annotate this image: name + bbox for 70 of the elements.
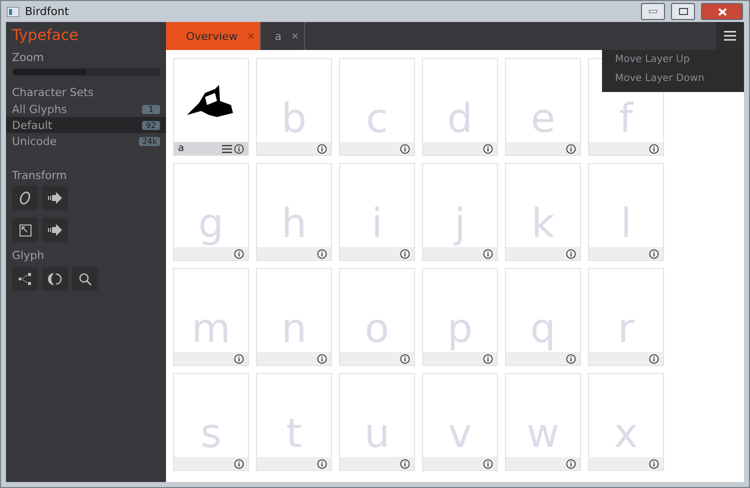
menu-icon[interactable]: [222, 144, 232, 152]
search-icon: [78, 272, 92, 286]
character-set-label: All Glyphs: [12, 102, 67, 116]
info-icon[interactable]: [400, 354, 410, 364]
character-set-item[interactable]: Default 92: [6, 117, 166, 133]
info-icon[interactable]: [317, 354, 327, 364]
zoom-slider[interactable]: [12, 68, 160, 76]
info-icon[interactable]: [234, 144, 244, 154]
info-icon[interactable]: [317, 458, 327, 468]
sidebar-title: Typeface: [11, 26, 80, 44]
info-icon[interactable]: [483, 354, 493, 364]
info-icon[interactable]: [400, 248, 410, 258]
character-set-item[interactable]: All Glyphs 1: [6, 101, 166, 117]
character-set-label: Default: [12, 118, 52, 132]
tool-button[interactable]: [42, 267, 68, 291]
window-title: Birdfont: [25, 5, 70, 18]
info-icon[interactable]: [566, 354, 576, 364]
info-icon[interactable]: [483, 248, 493, 258]
glyph-drawing: [187, 82, 235, 118]
section-heading: Transform: [11, 169, 68, 182]
resize-icon: [18, 224, 32, 236]
info-icon[interactable]: [317, 248, 327, 258]
info-icon[interactable]: [649, 458, 659, 468]
info-icon[interactable]: [566, 144, 576, 154]
info-icon[interactable]: [649, 144, 659, 154]
info-icon[interactable]: [566, 248, 576, 258]
tool-button[interactable]: [12, 267, 38, 291]
arrow-icon: [48, 224, 62, 236]
section-heading: Character Sets: [11, 86, 95, 99]
info-icon[interactable]: [234, 248, 244, 258]
nodes-icon: [18, 273, 32, 285]
info-icon[interactable]: [483, 458, 493, 468]
app-icon: [7, 6, 19, 16]
info-icon[interactable]: [400, 144, 410, 154]
glyph-count: 92: [142, 120, 160, 130]
minimize-button[interactable]: [641, 3, 665, 20]
zoom-label: Zoom: [11, 51, 45, 64]
tool-button[interactable]: [42, 186, 68, 210]
arrow-icon: [48, 192, 62, 204]
info-icon[interactable]: [649, 248, 659, 258]
rotate-icon: [47, 272, 63, 286]
character-set-item[interactable]: Unicode 24k: [6, 133, 166, 149]
menu-icon[interactable]: [724, 31, 736, 41]
tab[interactable]: Overview: [166, 22, 261, 50]
maximize-icon: [678, 8, 688, 15]
tool-button[interactable]: [72, 267, 98, 291]
glyph-cell[interactable]: a: [173, 58, 249, 156]
info-icon[interactable]: [317, 144, 327, 154]
ellipse-icon: [18, 191, 32, 205]
close-button[interactable]: [701, 3, 743, 20]
tool-button[interactable]: [12, 186, 38, 210]
glyph-count: 1: [142, 104, 160, 114]
close-icon[interactable]: [292, 33, 298, 39]
info-icon[interactable]: [483, 144, 493, 154]
menu-button[interactable]: [716, 22, 744, 50]
glyph-count: 24k: [139, 136, 160, 146]
minimize-icon: [649, 10, 657, 13]
info-icon[interactable]: [234, 354, 244, 364]
maximize-button[interactable]: [671, 3, 695, 20]
character-set-label: Unicode: [12, 134, 57, 148]
tool-button[interactable]: [42, 218, 68, 242]
section-heading: Glyph: [11, 249, 46, 262]
info-icon[interactable]: [234, 458, 244, 468]
info-icon[interactable]: [566, 458, 576, 468]
tool-button[interactable]: [12, 218, 38, 242]
info-icon[interactable]: [649, 354, 659, 364]
close-icon: [718, 8, 726, 16]
tab[interactable]: a: [260, 22, 305, 50]
glyph-name: a: [178, 143, 186, 154]
info-icon[interactable]: [400, 458, 410, 468]
